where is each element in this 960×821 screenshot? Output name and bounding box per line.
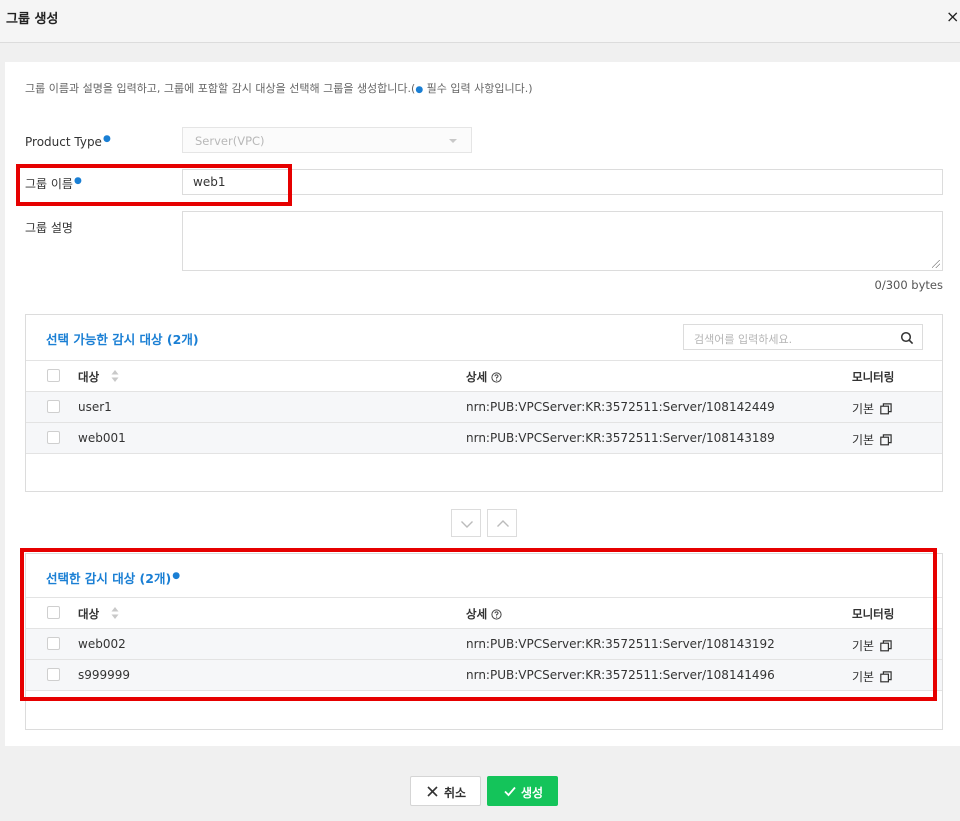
row-detail: nrn:PUB:VPCServer:KR:3572511:Server/1081… <box>466 400 775 414</box>
resize-grip-icon[interactable] <box>932 260 940 268</box>
select-all-checkbox[interactable] <box>47 369 60 382</box>
row-monitoring: 기본 <box>852 400 892 417</box>
close-icon <box>427 786 438 797</box>
table-row[interactable]: web002 nrn:PUB:VPCServer:KR:3572511:Serv… <box>26 628 942 659</box>
check-icon <box>504 786 516 797</box>
selected-targets-panel: 선택한 감시 대상 (2개)● 대상 상세 모니터링 web002 nrn:PU… <box>25 553 943 730</box>
table-row[interactable]: s999999 nrn:PUB:VPCServer:KR:3572511:Ser… <box>26 659 942 690</box>
row-detail: nrn:PUB:VPCServer:KR:3572511:Server/1081… <box>466 637 775 651</box>
row-detail: nrn:PUB:VPCServer:KR:3572511:Server/1081… <box>466 431 775 445</box>
required-dot-icon: ● <box>73 176 82 186</box>
row-monitoring: 기본 <box>852 668 892 685</box>
copy-icon[interactable] <box>880 403 892 415</box>
row-monitoring: 기본 <box>852 637 892 654</box>
row-checkbox[interactable] <box>47 431 60 444</box>
select-all-checkbox[interactable] <box>47 606 60 619</box>
sort-icon[interactable] <box>111 369 119 383</box>
move-up-button[interactable] <box>487 509 517 537</box>
required-dot-icon: ● <box>102 134 111 144</box>
chevron-up-icon <box>497 520 509 527</box>
row-target: user1 <box>78 400 112 414</box>
create-button[interactable]: 생성 <box>487 776 558 806</box>
row-monitoring-text: 기본 <box>852 639 875 653</box>
column-monitoring: 모니터링 <box>852 370 895 384</box>
create-button-label: 생성 <box>521 786 544 800</box>
column-detail: 상세 <box>466 369 502 385</box>
search-placeholder: 검색어를 입력하세요. <box>694 333 793 346</box>
chevron-down-icon <box>461 521 473 528</box>
copy-icon[interactable] <box>880 671 892 683</box>
row-checkbox[interactable] <box>47 668 60 681</box>
row-checkbox[interactable] <box>47 637 60 650</box>
row-monitoring-text: 기본 <box>852 670 875 684</box>
row-target: web001 <box>78 431 126 445</box>
modal-header: 그룹 생성 × <box>0 0 960 43</box>
selected-targets-title: 선택한 감시 대상 (2개)● <box>46 568 180 587</box>
table-row[interactable]: user1 nrn:PUB:VPCServer:KR:3572511:Serve… <box>26 391 942 422</box>
copy-icon[interactable] <box>880 434 892 446</box>
byte-count: 0/300 bytes <box>874 278 943 292</box>
available-targets-panel: 선택 가능한 감시 대상 (2개) 검색어를 입력하세요. 대상 상세 모니터링… <box>25 314 943 492</box>
group-desc-label: 그룹 설명 <box>25 221 73 235</box>
column-target: 대상 <box>78 370 100 384</box>
table-row[interactable]: web001 nrn:PUB:VPCServer:KR:3572511:Serv… <box>26 422 942 453</box>
row-target: s999999 <box>78 668 131 682</box>
help-icon[interactable] <box>491 372 502 383</box>
selected-targets-title-text: 선택한 감시 대상 (2개) <box>46 571 172 586</box>
move-down-button[interactable] <box>451 509 481 537</box>
row-monitoring-text: 기본 <box>852 402 875 416</box>
product-type-value: Server(VPC) <box>195 134 265 148</box>
help-icon[interactable] <box>491 609 502 620</box>
cancel-button[interactable]: 취소 <box>410 776 481 806</box>
row-detail: nrn:PUB:VPCServer:KR:3572511:Server/1081… <box>466 668 775 682</box>
row-target: web002 <box>78 637 126 651</box>
column-monitoring: 모니터링 <box>852 607 895 621</box>
available-targets-title: 선택 가능한 감시 대상 (2개) <box>46 332 199 347</box>
group-name-value: web1 <box>193 175 226 189</box>
search-icon[interactable] <box>900 331 914 345</box>
intro-text-main: 그룹 이름과 설명을 입력하고, 그룹에 포함할 감시 대상을 선택해 그룹을 … <box>25 82 416 95</box>
column-detail-text: 상세 <box>466 370 488 384</box>
group-name-label: 그룹 이름● <box>25 175 82 192</box>
search-input[interactable]: 검색어를 입력하세요. <box>683 324 923 350</box>
close-button[interactable]: × <box>946 8 960 26</box>
table-divider <box>26 690 942 691</box>
cancel-button-label: 취소 <box>444 786 467 800</box>
group-name-label-text: 그룹 이름 <box>25 177 73 191</box>
product-type-label: Product Type● <box>25 134 111 149</box>
required-dot-icon: ● <box>415 85 424 95</box>
table-header: 대상 상세 모니터링 <box>26 360 942 391</box>
table-header: 대상 상세 모니터링 <box>26 597 942 628</box>
table-divider <box>26 453 942 454</box>
modal-title: 그룹 생성 <box>6 12 59 27</box>
group-name-input[interactable]: web1 <box>182 169 943 195</box>
intro-text: 그룹 이름과 설명을 입력하고, 그룹에 포함할 감시 대상을 선택해 그룹을 … <box>25 80 533 96</box>
column-detail-text: 상세 <box>466 607 488 621</box>
product-type-select[interactable]: Server(VPC) <box>182 127 472 153</box>
row-monitoring-text: 기본 <box>852 433 875 447</box>
modal-body: 그룹 이름과 설명을 입력하고, 그룹에 포함할 감시 대상을 선택해 그룹을 … <box>5 62 960 746</box>
product-type-label-text: Product Type <box>25 135 102 149</box>
copy-icon[interactable] <box>880 640 892 652</box>
intro-text-tail: 필수 입력 사항입니다.) <box>423 82 533 95</box>
group-desc-textarea[interactable] <box>182 211 943 271</box>
chevron-down-icon <box>449 139 457 143</box>
sort-icon[interactable] <box>111 606 119 620</box>
column-target: 대상 <box>78 607 100 621</box>
row-checkbox[interactable] <box>47 400 60 413</box>
required-dot-icon: ● <box>172 570 181 581</box>
row-monitoring: 기본 <box>852 431 892 448</box>
column-detail: 상세 <box>466 606 502 622</box>
